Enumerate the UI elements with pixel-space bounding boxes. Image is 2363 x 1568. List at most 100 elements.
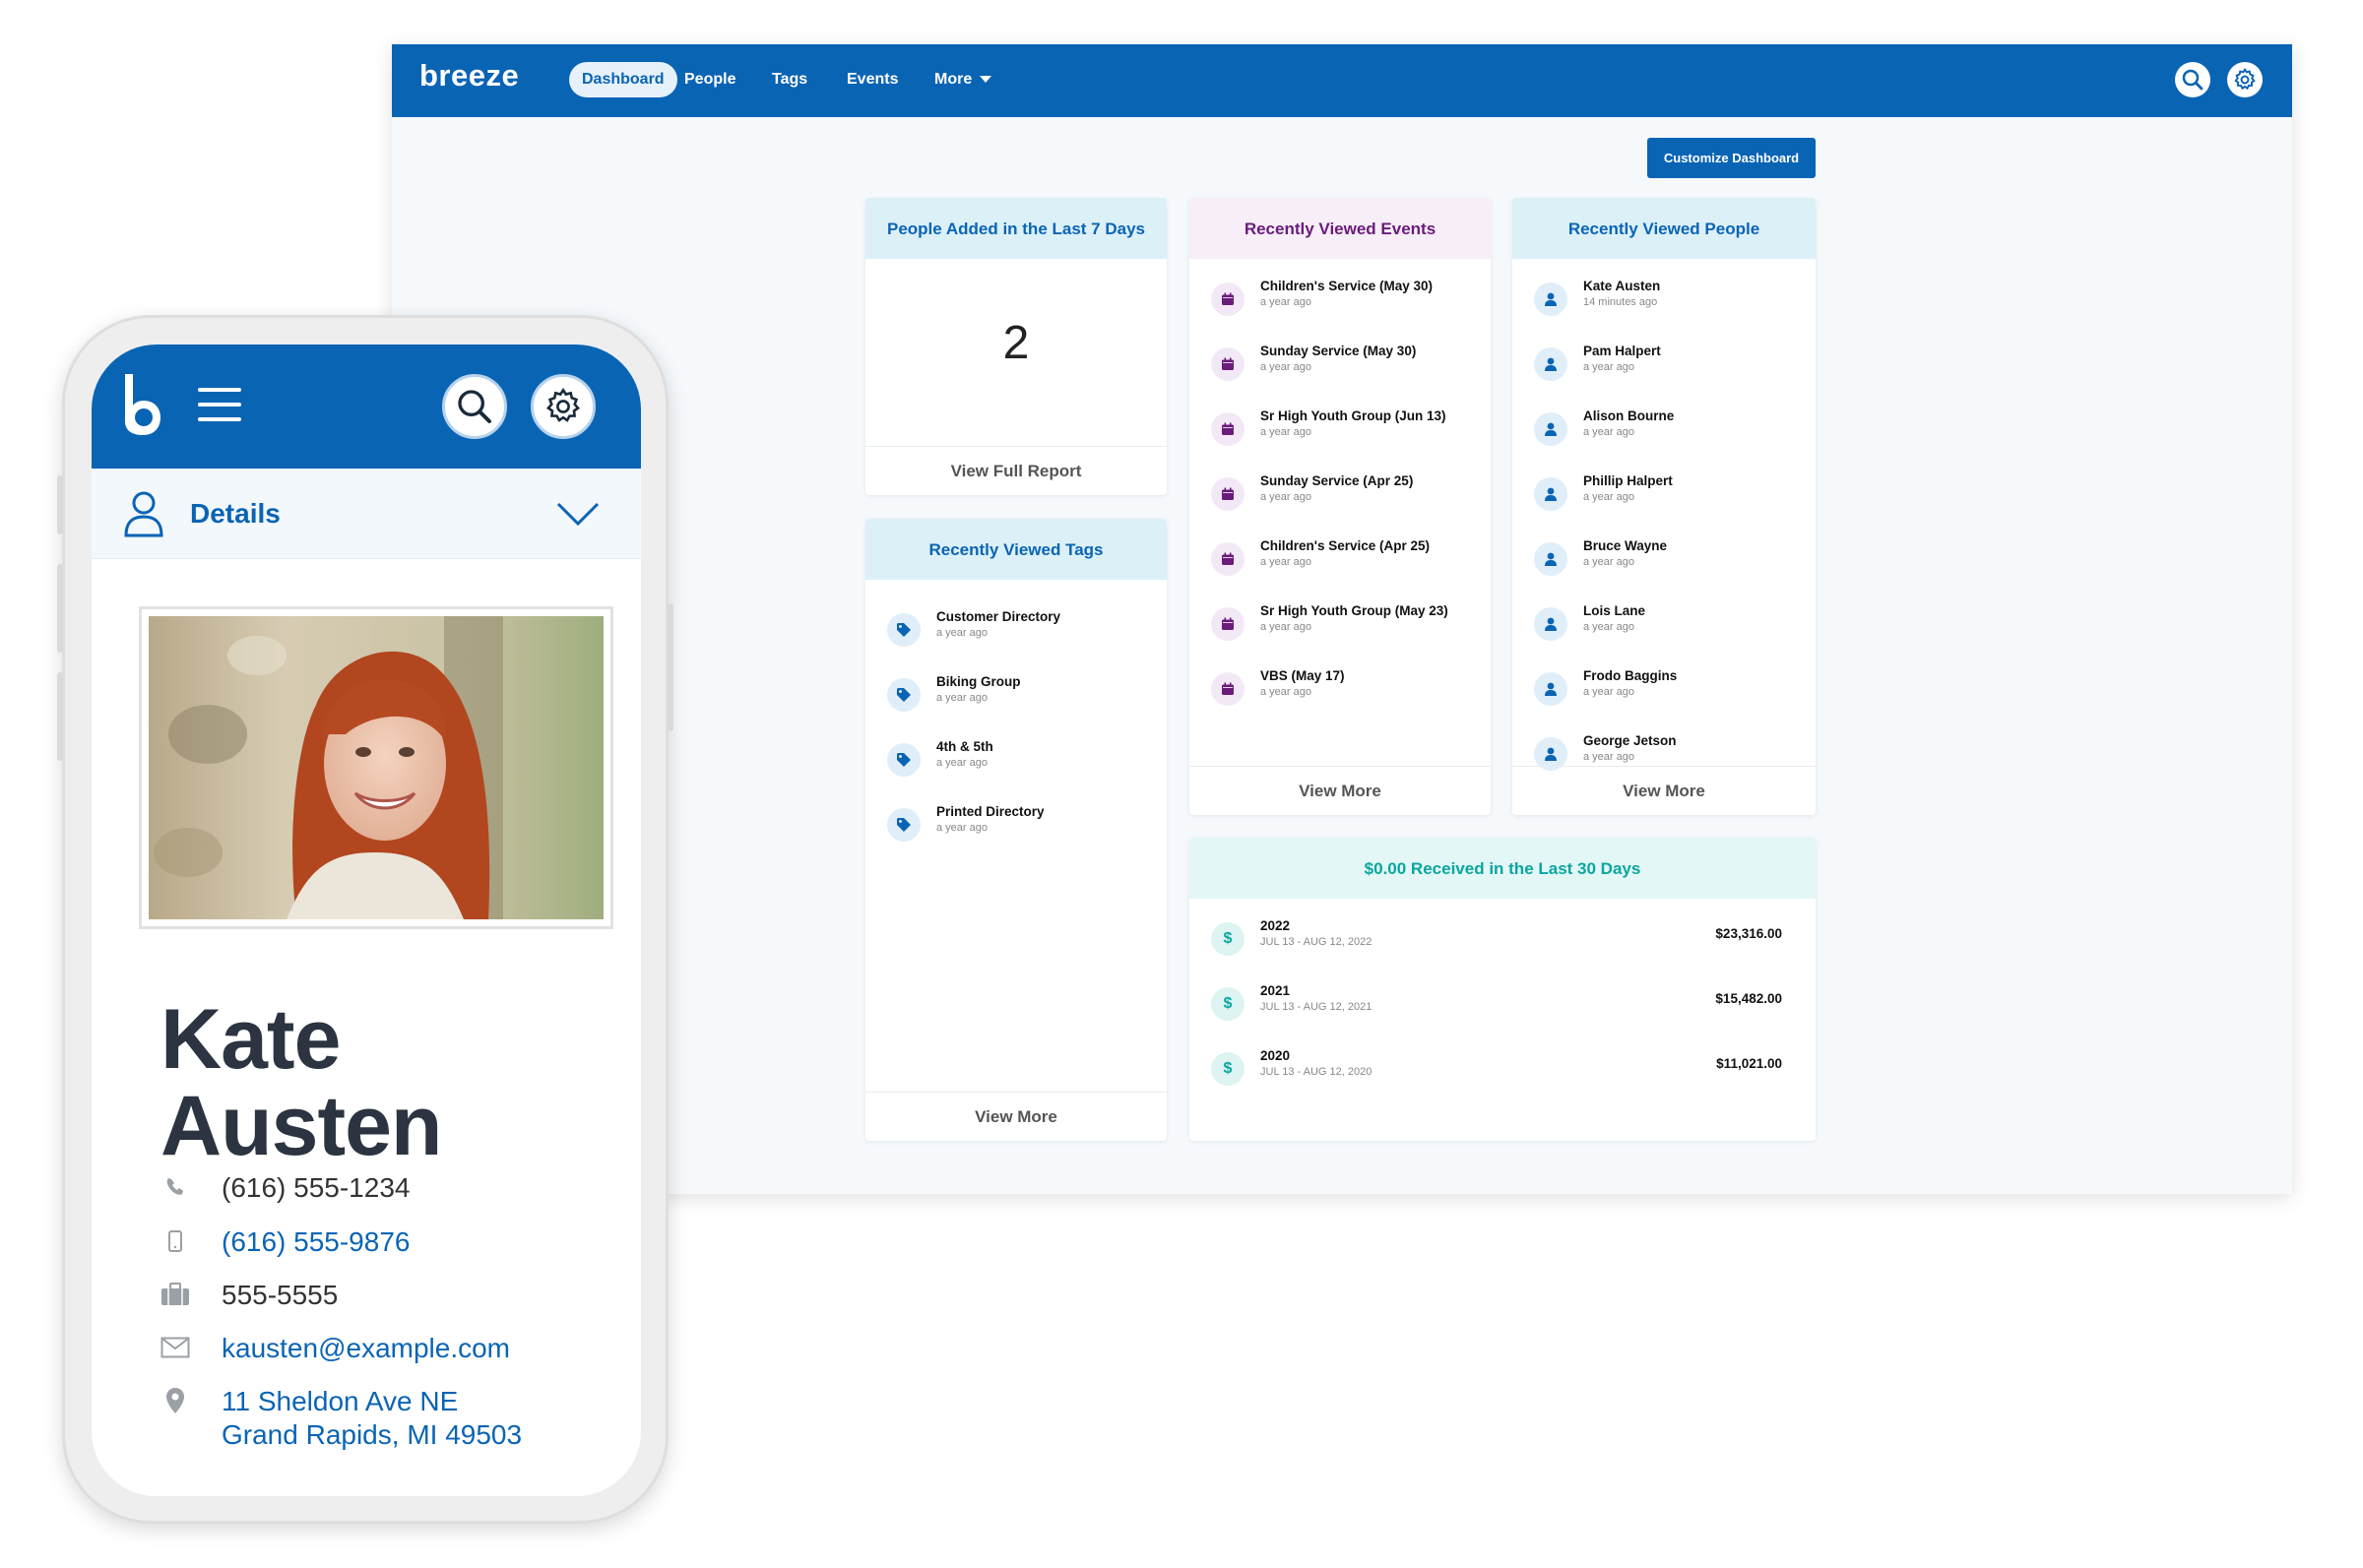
person-time: a year ago — [1583, 751, 1634, 763]
giving-year: 2021 — [1260, 983, 1291, 998]
calendar-icon — [1211, 607, 1245, 641]
person-name: Phillip Halpert — [1583, 473, 1673, 488]
recent-events-card: Recently Viewed Events Children's Servic… — [1189, 198, 1491, 815]
people-view-more-link[interactable]: View More — [1512, 766, 1816, 815]
settings-button[interactable] — [2227, 62, 2263, 97]
nav-tags[interactable]: Tags — [760, 62, 819, 97]
events-view-more-link[interactable]: View More — [1189, 766, 1491, 815]
tag-list-item[interactable]: 4th & 5th a year ago — [887, 739, 1143, 788]
nav-more[interactable]: More — [923, 62, 1003, 97]
person-list-item[interactable]: Bruce Wayne a year ago — [1534, 538, 1790, 588]
mobile-phone-frame: Details Kate Austen (616) 555-1234 (616)… — [57, 315, 673, 1524]
person-time: a year ago — [1583, 361, 1634, 373]
calendar-icon — [1211, 412, 1245, 446]
giving-amount: $11,021.00 — [1716, 1056, 1782, 1071]
nav-dashboard[interactable]: Dashboard — [569, 62, 677, 97]
event-time: a year ago — [1260, 491, 1311, 503]
user-icon — [1534, 282, 1567, 316]
user-icon — [124, 491, 163, 537]
person-time: 14 minutes ago — [1583, 296, 1658, 308]
address-line-1[interactable]: 11 Sheldon Ave NE — [222, 1385, 458, 1418]
giving-list-item[interactable]: $2021 JUL 13 - AUG 12, 2021 $15,482.00 — [1211, 983, 1782, 1033]
giving-list-item[interactable]: $2020 JUL 13 - AUG 12, 2020 $11,021.00 — [1211, 1048, 1782, 1098]
chevron-down-icon — [556, 502, 600, 527]
search-button[interactable] — [2175, 62, 2210, 97]
person-list-item[interactable]: Frodo Baggins a year ago — [1534, 668, 1790, 718]
menu-icon[interactable] — [198, 388, 241, 421]
giving-year: 2022 — [1260, 918, 1291, 933]
recent-people-title: Recently Viewed People — [1512, 198, 1816, 259]
event-time: a year ago — [1260, 296, 1311, 308]
dollar-icon: $ — [1211, 987, 1245, 1021]
event-list-item[interactable]: Sr High Youth Group (Jun 13) a year ago — [1211, 408, 1467, 458]
tag-time: a year ago — [936, 822, 988, 834]
phone-search-button[interactable] — [442, 374, 507, 439]
phone-screen: Details Kate Austen (616) 555-1234 (616)… — [92, 345, 641, 1496]
event-list-item[interactable]: Sr High Youth Group (May 23) a year ago — [1211, 603, 1467, 653]
people-added-count: 2 — [1002, 317, 1030, 369]
details-section-toggle[interactable]: Details — [92, 469, 641, 559]
person-name: Kate Austen — [160, 996, 442, 1173]
people-added-card: People Added in the Last 7 Days 2 View F… — [865, 198, 1167, 495]
tag-list-item[interactable]: Biking Group a year ago — [887, 674, 1143, 723]
breeze-logo[interactable]: breeze — [419, 58, 519, 94]
mobile-phone-link[interactable]: (616) 555-9876 — [222, 1225, 410, 1259]
profile-photo-frame — [139, 606, 613, 929]
person-list-item[interactable]: Kate Austen 14 minutes ago — [1534, 279, 1790, 328]
phone-side-button — [57, 564, 63, 653]
calendar-icon — [1211, 542, 1245, 576]
tag-list-item[interactable]: Printed Directory a year ago — [887, 804, 1143, 853]
giving-amount: $15,482.00 — [1715, 991, 1782, 1006]
person-list-item[interactable]: Alison Bourne a year ago — [1534, 408, 1790, 458]
search-icon — [458, 390, 491, 423]
event-list-item[interactable]: Children's Service (May 30) a year ago — [1211, 279, 1467, 328]
person-name: Bruce Wayne — [1583, 538, 1668, 553]
event-time: a year ago — [1260, 621, 1311, 633]
person-list-item[interactable]: Lois Lane a year ago — [1534, 603, 1790, 653]
event-list-item[interactable]: Sunday Service (May 30) a year ago — [1211, 344, 1467, 393]
event-name: Children's Service (Apr 25) — [1260, 538, 1431, 553]
person-last-name: Austen — [160, 1079, 442, 1173]
event-time: a year ago — [1260, 686, 1311, 698]
giving-list-item[interactable]: $2022 JUL 13 - AUG 12, 2022 $23,316.00 — [1211, 918, 1782, 968]
desktop-dashboard-window: breeze Dashboard People Tags Events More… — [392, 44, 2292, 1194]
phone-settings-button[interactable] — [531, 374, 596, 439]
view-full-report-link[interactable]: View Full Report — [865, 446, 1167, 495]
event-name: Sunday Service (May 30) — [1260, 344, 1417, 358]
person-name: Pam Halpert — [1583, 344, 1661, 358]
event-list-item[interactable]: VBS (May 17) a year ago — [1211, 668, 1467, 718]
user-icon — [1534, 672, 1567, 706]
event-name: Children's Service (May 30) — [1260, 279, 1434, 293]
profile-photo[interactable] — [149, 616, 604, 919]
briefcase-icon — [160, 1281, 190, 1308]
email-link[interactable]: kausten@example.com — [222, 1332, 510, 1365]
person-list-item[interactable]: Phillip Halpert a year ago — [1534, 473, 1790, 523]
user-icon — [1534, 542, 1567, 576]
calendar-icon — [1211, 347, 1245, 381]
tags-view-more-link[interactable]: View More — [865, 1092, 1167, 1141]
tag-list-item[interactable]: Customer Directory a year ago — [887, 609, 1143, 659]
details-label: Details — [190, 498, 281, 529]
b-logo-icon[interactable] — [119, 370, 166, 439]
calendar-icon — [1211, 282, 1245, 316]
calendar-icon — [1211, 477, 1245, 511]
giving-range: JUL 13 - AUG 12, 2020 — [1260, 1066, 1373, 1078]
customize-dashboard-button[interactable]: Customize Dashboard — [1647, 138, 1816, 178]
tag-name: 4th & 5th — [936, 739, 993, 754]
event-name: Sunday Service (Apr 25) — [1260, 473, 1414, 488]
nav-events[interactable]: Events — [835, 62, 910, 97]
event-list-item[interactable]: Sunday Service (Apr 25) a year ago — [1211, 473, 1467, 523]
event-list-item[interactable]: Children's Service (Apr 25) a year ago — [1211, 538, 1467, 588]
address-line-2[interactable]: Grand Rapids, MI 49503 — [222, 1418, 522, 1452]
dollar-icon: $ — [1211, 1052, 1245, 1086]
tag-icon — [887, 678, 921, 712]
recent-people-card: Recently Viewed People Kate Austen 14 min… — [1512, 198, 1816, 815]
event-name: VBS (May 17) — [1260, 668, 1345, 683]
phone-side-button — [668, 603, 673, 731]
nav-people[interactable]: People — [672, 62, 747, 97]
giving-year: 2020 — [1260, 1048, 1291, 1063]
phone-side-button — [57, 475, 63, 534]
gear-icon — [2234, 67, 2256, 91]
person-list-item[interactable]: Pam Halpert a year ago — [1534, 344, 1790, 393]
person-name: Kate Austen — [1583, 279, 1661, 293]
